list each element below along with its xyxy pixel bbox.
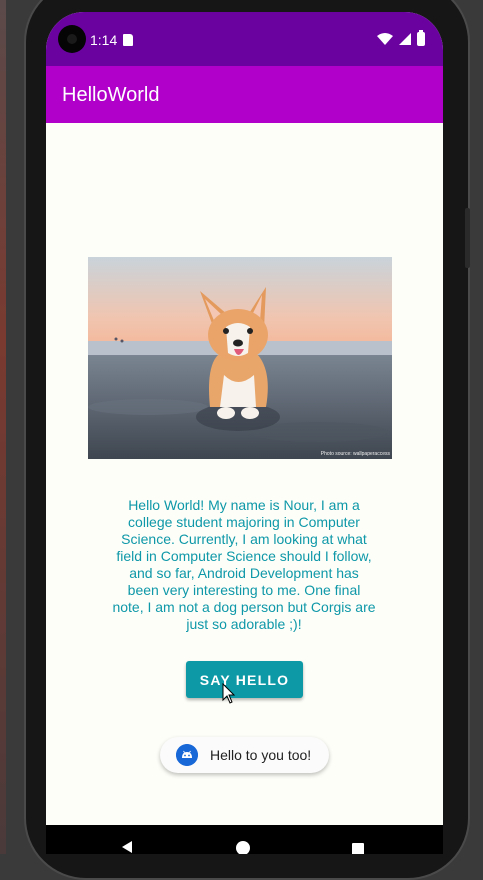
main-content: Photo source: wallpaperaccess Hello Worl… bbox=[46, 123, 443, 825]
home-icon[interactable] bbox=[236, 841, 250, 854]
corgi-photo: Photo source: wallpaperaccess bbox=[88, 257, 392, 459]
sd-card-icon bbox=[123, 34, 133, 46]
say-hello-button[interactable]: SAY HELLO bbox=[186, 661, 303, 698]
bio-text: Hello World! My name is Nour, I am a col… bbox=[112, 497, 376, 632]
app-title: HelloWorld bbox=[62, 84, 160, 106]
phone-side-button[interactable] bbox=[465, 208, 470, 268]
toast-message: Hello to you too! bbox=[210, 747, 312, 763]
status-icons bbox=[377, 30, 425, 46]
recents-icon[interactable] bbox=[352, 843, 364, 854]
navigation-bar bbox=[46, 825, 443, 854]
battery-icon bbox=[417, 30, 425, 46]
toast-notification: Hello to you too! bbox=[160, 737, 329, 773]
camera-cutout bbox=[58, 25, 86, 53]
signal-icon bbox=[399, 33, 411, 45]
photo-credit: Photo source: wallpaperaccess bbox=[320, 451, 390, 457]
desktop-background-strip bbox=[0, 0, 6, 854]
back-icon[interactable] bbox=[122, 841, 132, 853]
status-time: 1:14 bbox=[90, 32, 118, 48]
mouse-cursor-icon bbox=[222, 683, 236, 704]
app-bar: HelloWorld bbox=[46, 66, 443, 123]
wifi-icon bbox=[377, 33, 393, 45]
android-icon bbox=[176, 744, 198, 766]
phone-screen: 1:14 HelloWorld Photo source: wallpapera… bbox=[46, 12, 443, 854]
corgi-illustration bbox=[88, 257, 392, 459]
status-bar: 1:14 bbox=[46, 12, 443, 66]
